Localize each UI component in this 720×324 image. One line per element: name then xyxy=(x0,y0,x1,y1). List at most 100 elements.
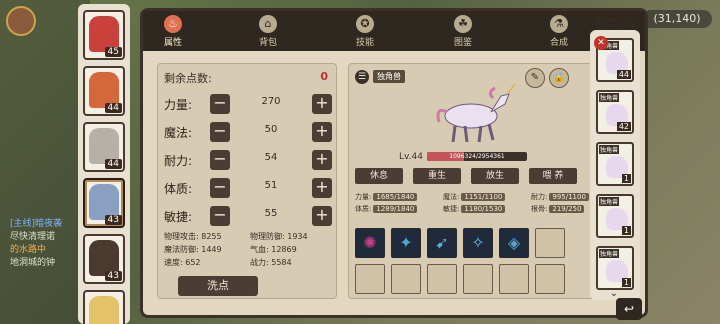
empty-skill-slot[interactable] xyxy=(355,264,385,294)
skill-icon[interactable]: ◈ xyxy=(499,228,529,258)
skill-icon[interactable]: ✧ xyxy=(463,228,493,258)
hero-list[interactable]: 45 44 44 43 43 xyxy=(78,4,130,324)
tab-codex[interactable]: ☘ 图鉴 xyxy=(433,13,493,49)
derived-stat: 气血: 12869 xyxy=(250,245,297,254)
pet-card-level: 44 xyxy=(616,70,631,79)
empty-skill-slot[interactable] xyxy=(535,228,565,258)
player-avatar[interactable] xyxy=(6,6,36,36)
pet-stat-label: 体质: xyxy=(355,205,372,213)
skill-icon[interactable]: ➹ xyxy=(427,228,457,258)
skill-glyph: ➹ xyxy=(435,233,449,252)
back-button[interactable]: ↩ xyxy=(616,298,642,320)
rest-button[interactable]: 休息 xyxy=(355,168,403,184)
pet-stat-value: 1289/1840 xyxy=(373,205,418,213)
tab-bag[interactable]: ⌂ 背包 xyxy=(238,13,298,49)
empty-skill-slot[interactable] xyxy=(499,264,529,294)
hero-card[interactable]: 43 xyxy=(83,234,125,284)
tab-merge[interactable]: ⚗ 合成 xyxy=(529,13,589,49)
minus-button[interactable]: − xyxy=(210,206,230,226)
remaining-label: 剩余点数: xyxy=(164,72,212,85)
stat-value: 54 xyxy=(264,152,278,163)
tab-bar: ♨ 属性 ⌂ 背包 ✪ 技能 ☘ 图鉴 ⚗ 合成 xyxy=(143,11,645,51)
stat-row-strength: 力量: − 270 + xyxy=(162,92,334,116)
empty-skill-slot[interactable] xyxy=(535,264,565,294)
empty-skill-slot[interactable] xyxy=(463,264,493,294)
wash-points-button[interactable]: 洗点 xyxy=(178,276,258,296)
tab-skills[interactable]: ✪ 技能 xyxy=(335,13,395,49)
skill-icon[interactable]: ✦ xyxy=(391,228,421,258)
stat-label: 敏捷: xyxy=(164,210,193,224)
skill-icon[interactable]: ✺ xyxy=(355,228,385,258)
pet-card[interactable]: 独角兽 1 xyxy=(596,194,634,238)
minus-button[interactable]: − xyxy=(210,178,230,198)
hero-card[interactable]: 44 xyxy=(83,122,125,172)
hero-card[interactable] xyxy=(83,290,125,324)
plus-button[interactable]: + xyxy=(312,206,332,226)
pet-card-name: 独角兽 xyxy=(599,249,620,258)
pet-card[interactable]: 独角兽 1 xyxy=(596,142,634,186)
empty-skill-slot[interactable] xyxy=(391,264,421,294)
derived-stat: 速度: 652 xyxy=(164,258,201,267)
plus-button[interactable]: + xyxy=(312,178,332,198)
pet-stat-value: 219/250 xyxy=(549,205,585,213)
pet-stat: 力量: 1685/1840 xyxy=(355,192,418,202)
stat-row-endurance: 耐力: − 54 + xyxy=(162,148,334,172)
derived-stat: 物理防御: 1934 xyxy=(250,232,308,241)
skill-icon: ✪ xyxy=(356,15,374,33)
close-icon[interactable]: ✕ xyxy=(594,36,608,50)
pet-card-level: 42 xyxy=(616,122,631,131)
pet-stat: 根骨: 219/250 xyxy=(531,204,585,214)
release-button[interactable]: 放生 xyxy=(471,168,519,184)
minus-button[interactable]: − xyxy=(210,150,230,170)
pet-card-name: 独角兽 xyxy=(599,197,620,206)
pet-card-name: 独角兽 xyxy=(599,145,620,154)
feather-icon[interactable]: ✎ xyxy=(525,68,545,88)
tab-label: 属性 xyxy=(163,38,182,48)
derived-stat: 物理攻击: 8255 xyxy=(164,232,222,241)
stat-label: 耐力: xyxy=(164,154,193,168)
pet-stat-label: 力量: xyxy=(355,193,372,201)
pet-stat-label: 魔法: xyxy=(443,193,460,201)
pet-stat-value: 1685/1840 xyxy=(373,193,418,201)
hero-level: 43 xyxy=(104,271,122,281)
rebirth-button[interactable]: 重生 xyxy=(413,168,461,184)
pet-stat-value: 1151/1100 xyxy=(461,193,506,201)
pet-level: Lv.44 xyxy=(399,152,423,162)
currency-display: (31,140) xyxy=(642,10,712,28)
pet-stat: 敏捷: 1180/1530 xyxy=(443,204,506,214)
pet-stat: 魔法: 1151/1100 xyxy=(443,192,506,202)
pet-stat: 耐力: 995/1100 xyxy=(531,192,589,202)
hero-level: 45 xyxy=(104,47,122,57)
tab-label: 背包 xyxy=(258,38,277,48)
pet-stat-value: 1180/1530 xyxy=(461,205,506,213)
lock-icon[interactable]: 🔒 xyxy=(549,68,569,88)
minus-button[interactable]: − xyxy=(210,94,230,114)
tab-attributes[interactable]: ♨ 属性 xyxy=(143,13,203,49)
skill-glyph: ✺ xyxy=(363,233,377,252)
hero-card[interactable]: 44 xyxy=(83,66,125,116)
codex-icon: ☘ xyxy=(454,15,472,33)
pet-card[interactable]: 独角兽 42 xyxy=(596,90,634,134)
plus-button[interactable]: + xyxy=(312,122,332,142)
hero-card[interactable]: 43 xyxy=(83,178,125,228)
pet-list[interactable]: 独角兽 44 独角兽 42 独角兽 1 独角兽 1 独角兽 1 xyxy=(590,30,640,300)
plus-button[interactable]: + xyxy=(312,94,332,114)
remaining-value: 0 xyxy=(320,70,328,83)
hero-level: 44 xyxy=(104,159,122,169)
tab-label: 图鉴 xyxy=(453,38,472,48)
minus-button[interactable]: − xyxy=(210,122,230,142)
exp-text: 1096324/2954361 xyxy=(449,153,505,160)
feed-button[interactable]: 喂 养 xyxy=(529,168,577,184)
unicorn-portrait xyxy=(436,83,516,143)
hero-level: 43 xyxy=(104,215,122,225)
derived-stat: 战力: 5584 xyxy=(250,258,292,267)
derived-stat: 魔法防御: 1449 xyxy=(164,245,222,254)
empty-skill-slot[interactable] xyxy=(427,264,457,294)
pet-card[interactable]: 独角兽 1 xyxy=(596,246,634,290)
pet-stat-label: 耐力: xyxy=(531,193,548,201)
hero-level: 44 xyxy=(104,103,122,113)
plus-button[interactable]: + xyxy=(312,150,332,170)
list-icon[interactable]: ☰ xyxy=(355,70,369,84)
scroll-down-icon[interactable]: ⌄ xyxy=(606,288,622,299)
hero-card[interactable]: 45 xyxy=(83,10,125,60)
